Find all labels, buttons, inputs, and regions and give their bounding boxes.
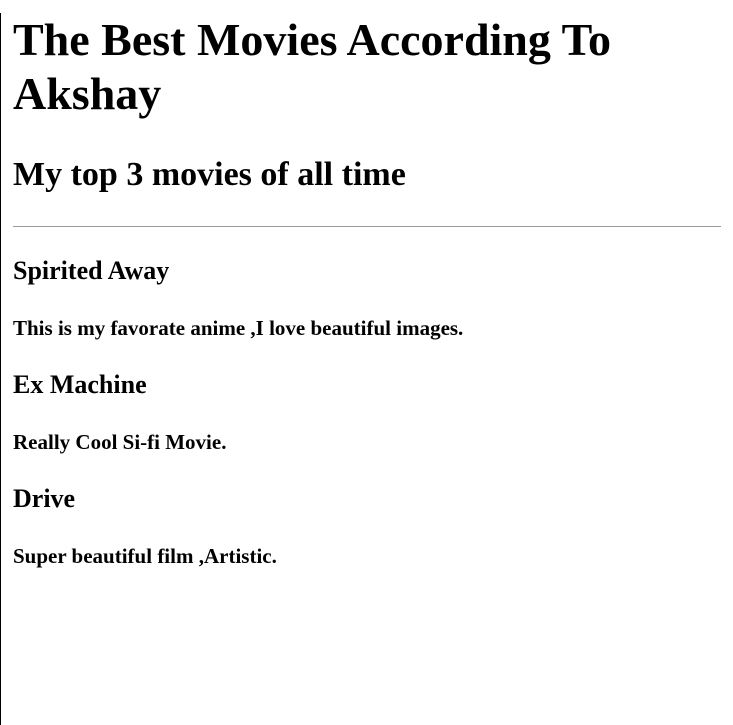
- page-subtitle: My top 3 movies of all time: [13, 156, 406, 193]
- movie-title: Ex Machine: [13, 370, 147, 399]
- page-title: The Best Movies According To Akshay: [13, 14, 612, 119]
- divider: [13, 226, 721, 227]
- movie-title: Drive: [13, 484, 76, 513]
- movie-title: Spirited Away: [13, 256, 170, 285]
- movie-description: This is my favorate anime ,I love beauti…: [13, 316, 464, 340]
- movie-description: Really Cool Si-fi Movie.: [13, 430, 227, 454]
- movie-entry-drive: Drive Super beautiful film ,Artistic.: [13, 484, 721, 569]
- page-content: The Best Movies According To Akshay My t…: [1, 13, 733, 569]
- movie-entry-ex-machine: Ex Machine Really Cool Si-fi Movie.: [13, 370, 721, 455]
- movie-entry-spirited-away: Spirited Away This is my favorate anime …: [13, 256, 721, 341]
- movie-description: Super beautiful film ,Artistic.: [13, 544, 277, 568]
